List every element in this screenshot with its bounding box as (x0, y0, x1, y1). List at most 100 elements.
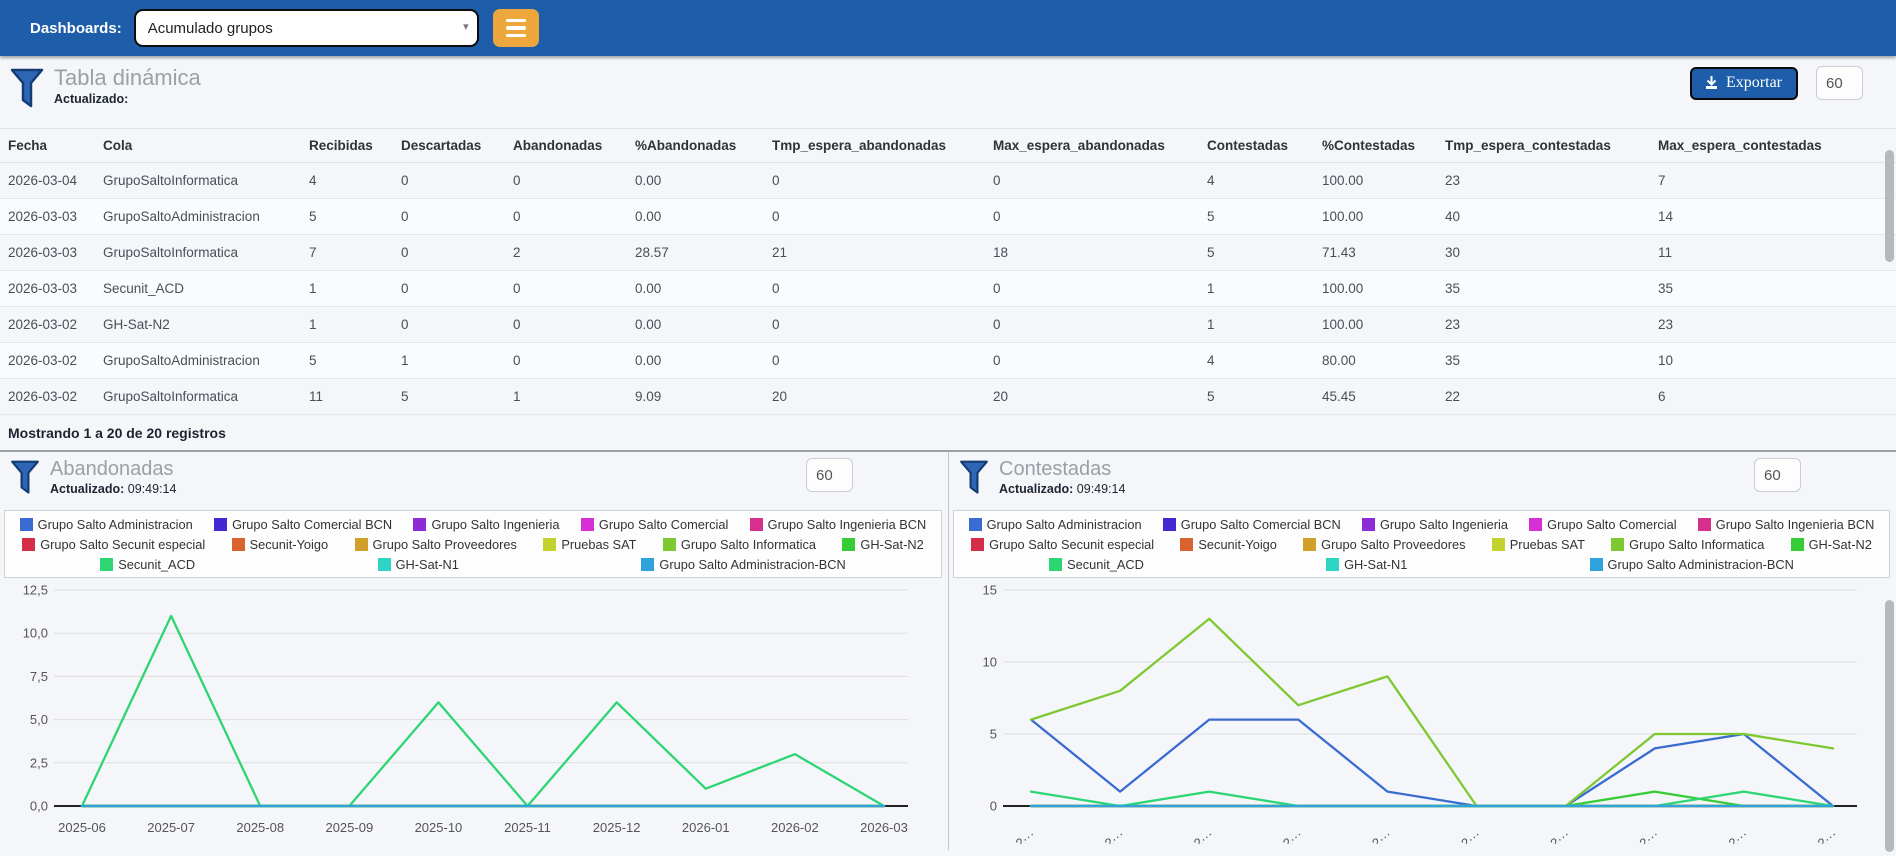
svg-text:2···: 2··· (1102, 827, 1127, 844)
svg-text:0: 0 (990, 799, 997, 814)
chart-legend: Grupo Salto Administracion Grupo Salto Co… (4, 510, 942, 578)
svg-text:15: 15 (983, 583, 997, 598)
legend-swatch-icon (842, 537, 856, 551)
table-cell: 5 (1199, 378, 1314, 415)
table-cell: 0 (764, 270, 985, 307)
refresh-seconds-input[interactable] (806, 458, 853, 492)
pivot-title: Tabla dinámica (54, 65, 201, 90)
table-cell: 28.57 (627, 234, 764, 271)
table-cell: 0 (505, 198, 627, 235)
table-cell: 2026-03-03 (0, 270, 95, 307)
table-cell: 2026-03-03 (0, 198, 95, 235)
legend-swatch-icon (1790, 537, 1804, 551)
table-cell: 30 (1437, 234, 1650, 271)
abandonadas-panel: Abandonadas Actualizado: 09:49:14 Grupo … (0, 452, 948, 850)
col-header: Fecha (0, 128, 95, 163)
legend-item: Grupo Salto Administracion (968, 517, 1142, 532)
refresh-seconds-input[interactable] (1754, 458, 1801, 492)
table-cell: 45.45 (1314, 378, 1437, 415)
dashboard-select-wrap: Acumulado grupos ▾ (133, 9, 479, 47)
svg-text:2025-10: 2025-10 (415, 820, 463, 835)
col-header: Tmp_espera_abandonadas (764, 128, 985, 163)
svg-text:2···: 2··· (1191, 827, 1216, 844)
table-row: 2026-03-03 GrupoSaltoAdministracion 5 0 0 0.0… (0, 198, 1896, 235)
table-cell: 23 (1437, 162, 1650, 199)
table-cell: 20 (764, 378, 985, 415)
legend-swatch-icon (214, 517, 228, 531)
legend-swatch-icon (1589, 557, 1603, 571)
table-cell: GrupoSaltoInformatica (95, 162, 301, 199)
svg-text:2026-03: 2026-03 (860, 820, 908, 835)
table-cell: 7 (1650, 162, 1896, 199)
table-cell: 9.09 (627, 378, 764, 415)
table-cell: 0 (393, 198, 505, 235)
legend-item: Grupo Salto Proveedores (1303, 537, 1466, 552)
table-cell: 0 (505, 162, 627, 199)
chart-title: Abandonadas (50, 458, 174, 480)
table-cell: 4 (301, 162, 393, 199)
legend-item: Grupo Salto Comercial BCN (1162, 517, 1341, 532)
table-cell: 0 (393, 162, 505, 199)
svg-text:2···: 2··· (1815, 827, 1840, 844)
dashboards-label: Dashboards: (30, 19, 122, 37)
svg-text:2···: 2··· (1280, 827, 1305, 844)
table-cell: 7 (301, 234, 393, 271)
table-cell: GH-Sat-N2 (95, 306, 301, 343)
legend-swatch-icon (1611, 537, 1625, 551)
table-row: 2026-03-03 Secunit_ACD 1 0 0 0.00 0 0 1 100.00 35 3… (0, 270, 1896, 307)
table-cell: 0 (985, 306, 1199, 343)
table-cell: 1 (301, 270, 393, 307)
legend-item: Pruebas SAT (1491, 537, 1585, 552)
legend-swatch-icon (1697, 517, 1711, 531)
legend-item: Grupo Salto Ingenieria (1361, 517, 1508, 532)
svg-text:2···: 2··· (1636, 827, 1661, 844)
table-cell: 35 (1650, 270, 1896, 307)
table-cell: 2026-03-02 (0, 306, 95, 343)
table-cell: 100.00 (1314, 198, 1437, 235)
filter-funnel-icon (10, 460, 40, 501)
page-scrollbar[interactable] (1885, 600, 1894, 852)
dashboard-select[interactable]: Acumulado grupos (133, 9, 479, 47)
table-cell: 2026-03-02 (0, 342, 95, 379)
legend-swatch-icon (231, 537, 245, 551)
menu-button[interactable] (492, 9, 539, 47)
table-scrollbar[interactable] (1885, 150, 1894, 262)
legend-item: GH-Sat-N2 (842, 537, 924, 552)
svg-text:5: 5 (990, 727, 997, 742)
legend-swatch-icon (354, 537, 368, 551)
table-cell: 2026-03-03 (0, 234, 95, 271)
svg-text:10,0: 10,0 (23, 626, 48, 641)
legend-item: Grupo Salto Ingenieria BCN (749, 517, 926, 532)
table-cell: 22 (1437, 378, 1650, 415)
legend-item: Grupo Salto Informatica (662, 537, 816, 552)
legend-swatch-icon (1303, 537, 1317, 551)
legend-swatch-icon (1162, 517, 1176, 531)
svg-text:2025-12: 2025-12 (593, 820, 641, 835)
col-header: Max_espera_contestadas (1650, 128, 1896, 163)
legend-swatch-icon (1491, 537, 1505, 551)
table-body: 2026-03-04 GrupoSaltoInformatica 4 0 0 0.00 0 0… (0, 162, 1896, 415)
legend-item: GH-Sat-N2 (1790, 537, 1872, 552)
refresh-seconds-input[interactable] (1816, 66, 1863, 100)
table-cell: 5 (393, 378, 505, 415)
table-cell: GrupoSaltoAdministracion (95, 198, 301, 235)
table-row: 2026-03-03 GrupoSaltoInformatica 7 0 2 28.57 2… (0, 234, 1896, 271)
table-cell: 20 (985, 378, 1199, 415)
table-row: 2026-03-02 GrupoSaltoInformatica 11 5 1 9.09 2… (0, 378, 1896, 415)
table-cell: 0 (505, 306, 627, 343)
svg-text:2025-09: 2025-09 (325, 820, 373, 835)
table-cell: 100.00 (1314, 162, 1437, 199)
table-cell: 0.00 (627, 270, 764, 307)
svg-text:5,0: 5,0 (30, 712, 48, 727)
svg-text:10: 10 (983, 655, 997, 670)
legend-swatch-icon (1049, 557, 1063, 571)
svg-text:2026-02: 2026-02 (771, 820, 819, 835)
svg-text:2···: 2··· (1369, 827, 1394, 844)
svg-text:2025-08: 2025-08 (236, 820, 284, 835)
svg-text:2025-07: 2025-07 (147, 820, 195, 835)
table-cell: 1 (505, 378, 627, 415)
export-button[interactable]: Exportar (1690, 66, 1798, 100)
svg-text:2···: 2··· (1458, 827, 1483, 844)
table-cell: 0 (764, 198, 985, 235)
table-cell: GrupoSaltoInformatica (95, 234, 301, 271)
